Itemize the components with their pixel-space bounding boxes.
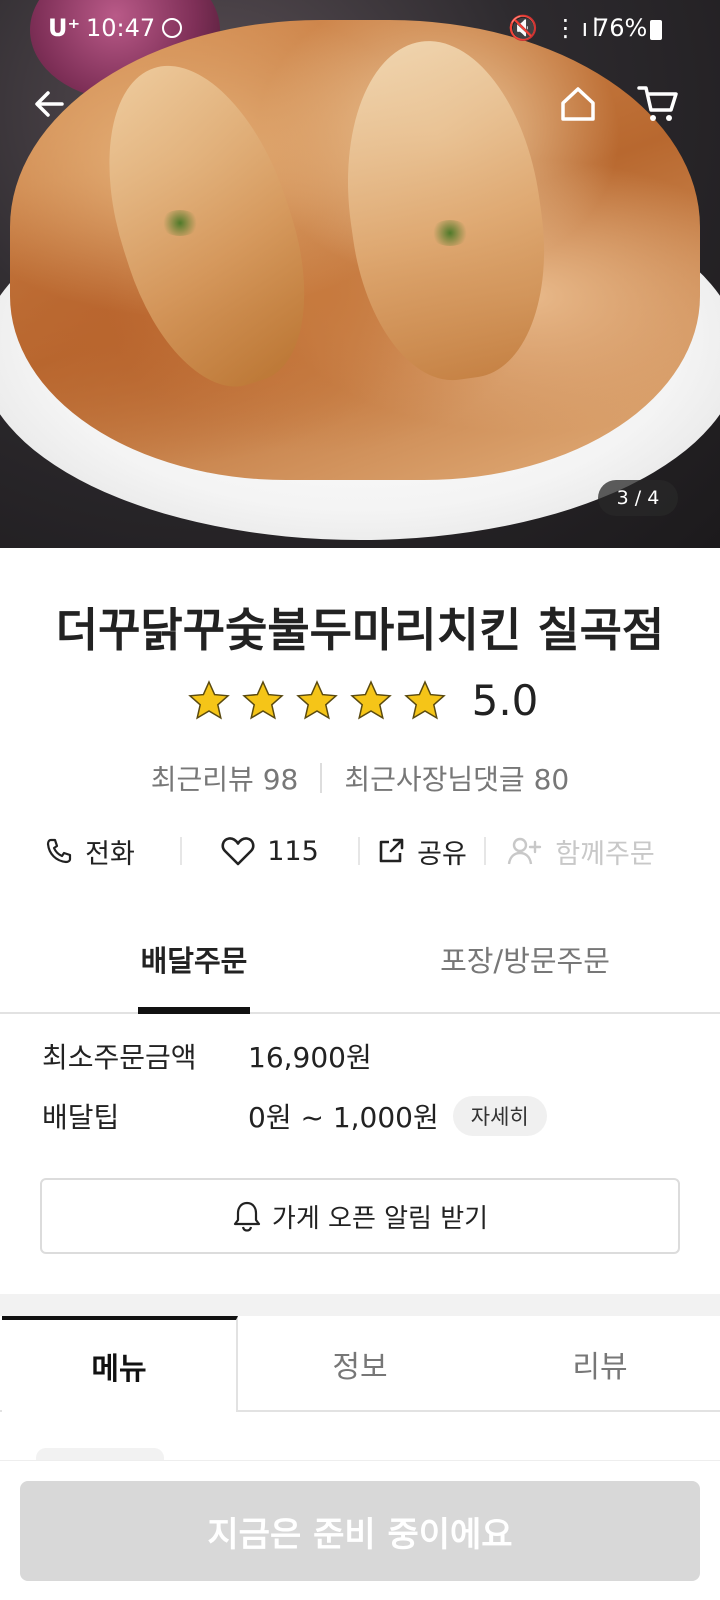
star-icon [403, 679, 446, 720]
tab-delivery-order[interactable]: 배달주문 [138, 920, 250, 1014]
tab-info[interactable]: 정보 [240, 1316, 480, 1412]
bell-icon [233, 1201, 261, 1232]
delivery-tip-label: 배달팁 [42, 1101, 120, 1134]
group-order-label: 함께주문 [555, 838, 655, 870]
like-count: 115 [267, 835, 319, 867]
store-actions: 전화 115 공유 함께주문 [0, 826, 720, 876]
content-tabs: 메뉴 정보 리뷰 [0, 1316, 720, 1412]
divider [320, 763, 323, 793]
cart-button[interactable] [630, 76, 686, 132]
heart-icon [221, 837, 255, 866]
star-icon [187, 679, 230, 720]
image-counter-badge: 3 / 4 [598, 480, 678, 516]
rating-value: 5.0 [471, 676, 539, 725]
call-button[interactable]: 전화 [0, 826, 180, 876]
store-name: 더꾸닭꾸숯불두마리치킨 칠곡점 [55, 603, 665, 657]
section-divider [0, 1294, 720, 1316]
min-order-row: 최소주문금액 16,900원 [42, 1036, 372, 1076]
add-person-icon [508, 837, 542, 865]
group-order-button[interactable]: 함께주문 [486, 826, 676, 876]
battery-icon [650, 20, 662, 40]
home-button[interactable] [550, 76, 606, 132]
like-button[interactable]: 115 [182, 826, 358, 876]
min-order-label: 최소주문금액 [42, 1041, 197, 1074]
delivery-tip-row: 배달팁 0원 ~ 1,000원 자세히 [42, 1096, 547, 1136]
order-type-tabs: 배달주문 포장/방문주문 [0, 920, 720, 1014]
call-label: 전화 [85, 838, 135, 870]
rating-row[interactable]: 5.0 [0, 676, 720, 725]
bottom-bar: 지금은 준비 중이에요 [0, 1460, 720, 1600]
carrier-label: U⁺ [48, 14, 81, 42]
star-icon [349, 679, 392, 720]
phone-icon [47, 838, 72, 864]
open-notification-label: 가게 오픈 알림 받기 [271, 1203, 489, 1234]
smiley-icon [162, 18, 182, 38]
owner-replies-link[interactable]: 최근사장님댓글 80 [344, 758, 569, 798]
order-ready-button[interactable]: 지금은 준비 중이에요 [20, 1481, 700, 1581]
delivery-tip-value: 0원 ~ 1,000원 [248, 1101, 439, 1134]
cart-icon [637, 86, 678, 121]
hero-herb-garnish [160, 210, 200, 236]
share-button[interactable]: 공유 [360, 826, 484, 876]
star-icon [295, 679, 338, 720]
home-icon [561, 87, 595, 121]
tab-reviews[interactable]: 리뷰 [480, 1316, 720, 1412]
signal-icons: 🔇 ⋮ıl [508, 14, 603, 42]
review-counts[interactable]: 최근리뷰 98 최근사장님댓글 80 [0, 758, 720, 798]
store-hero-image[interactable]: U⁺ 10:47 🔇 ⋮ıl 76% 3 / 4 [0, 0, 720, 548]
delivery-tip-detail-button[interactable]: 자세히 [452, 1096, 547, 1136]
tab-menu[interactable]: 메뉴 [2, 1316, 238, 1412]
share-label: 공유 [417, 838, 467, 870]
share-icon [379, 838, 404, 863]
tab-pickup-order[interactable]: 포장/방문주문 [430, 920, 620, 1014]
star-icon [241, 679, 284, 720]
clock: 10:47 [86, 14, 156, 42]
arrow-left-icon [35, 91, 64, 117]
hero-herb-garnish [430, 220, 470, 246]
status-bar: U⁺ 10:47 🔇 ⋮ıl 76% [0, 0, 720, 58]
recent-reviews-link[interactable]: 최근리뷰 98 [151, 758, 299, 798]
min-order-value: 16,900원 [248, 1041, 372, 1074]
battery-percent: 76% [594, 14, 648, 42]
back-button[interactable] [22, 76, 78, 132]
open-notification-button[interactable]: 가게 오픈 알림 받기 [40, 1178, 680, 1254]
